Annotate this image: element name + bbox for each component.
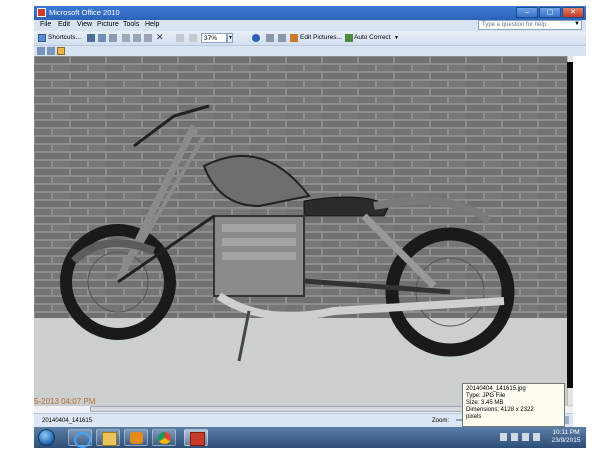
menu-tools[interactable]: Tools	[123, 21, 139, 28]
copy-icon[interactable]	[133, 34, 141, 42]
vertical-scrollbar-thumb[interactable]	[567, 62, 573, 388]
rotate-left-icon[interactable]	[266, 34, 274, 42]
title-bar: Microsoft Office 2010 – ▢ ✕	[34, 6, 586, 20]
tooltip-size: Size: 3.45 MB	[466, 400, 504, 406]
clock-date: 23/9/2015	[551, 437, 581, 444]
rotate-right-icon[interactable]	[278, 34, 286, 42]
delete-icon[interactable]: ✕	[156, 32, 164, 43]
show-hidden-icons-icon[interactable]	[500, 433, 507, 441]
flag-icon[interactable]	[511, 433, 518, 441]
tooltip-dimensions: Dimensions: 4128 x 2322	[466, 407, 534, 413]
menu-edit[interactable]: Edit	[58, 21, 70, 28]
media-player-icon[interactable]	[124, 429, 148, 446]
auto-correct-icon	[345, 34, 353, 42]
motorcycle-photo	[34, 56, 567, 405]
tooltip-type: Type: JPG File	[466, 393, 506, 399]
close-button[interactable]: ✕	[562, 7, 584, 18]
taskbar-clock[interactable]: 10:11 PM 23/9/2015	[548, 429, 584, 445]
help-icon[interactable]	[252, 34, 260, 42]
help-search-input[interactable]: Type a question for help	[478, 20, 582, 30]
filmstrip-view-icon[interactable]	[47, 47, 55, 55]
picture-manager-app-icon	[37, 8, 46, 17]
menu-picture[interactable]: Picture	[97, 21, 119, 28]
redo-icon[interactable]	[189, 34, 197, 42]
picture-view	[34, 56, 567, 405]
auto-correct-button[interactable]: Auto Correct	[354, 34, 391, 41]
file-info-tooltip: 20140404_141615.jpg Type: JPG File Size:…	[462, 383, 565, 427]
edit-pictures-button[interactable]: Edit Pictures...	[300, 34, 342, 41]
maximize-button[interactable]: ▢	[539, 7, 561, 18]
start-button[interactable]	[38, 429, 55, 446]
view-toolbar	[34, 46, 586, 56]
status-zoom-label: Zoom:	[432, 418, 450, 424]
shortcuts-button[interactable]: Shortcuts...	[48, 34, 81, 41]
office-picture-manager-icon[interactable]	[184, 429, 208, 446]
horizontal-scrollbar-thumb[interactable]	[90, 406, 510, 412]
network-icon[interactable]	[522, 433, 529, 441]
single-picture-view-icon[interactable]	[57, 47, 65, 55]
cut-icon[interactable]	[122, 34, 130, 42]
menu-file[interactable]: File	[40, 21, 51, 28]
window-title: Microsoft Office 2010	[49, 8, 120, 17]
chrome-icon[interactable]	[152, 429, 176, 446]
menu-help[interactable]: Help	[145, 21, 159, 28]
help-dropdown-icon[interactable]: ▼	[574, 21, 580, 27]
undo-icon[interactable]	[176, 34, 184, 42]
volume-icon[interactable]	[533, 433, 540, 441]
standard-toolbar: Shortcuts... ✕ Edit Pictures... Auto Cor…	[34, 31, 586, 46]
windows-taskbar: 10:11 PM 23/9/2015	[34, 427, 586, 448]
email-icon[interactable]	[109, 34, 117, 42]
internet-explorer-icon[interactable]	[68, 429, 92, 448]
paste-icon[interactable]	[144, 34, 152, 42]
toolbar-options-icon[interactable]: ▼	[394, 35, 399, 41]
minimize-button[interactable]: –	[516, 7, 538, 18]
file-explorer-icon[interactable]	[96, 429, 120, 446]
clock-time: 10:11 PM	[552, 429, 580, 436]
tooltip-dimensions-unit: pixels	[466, 414, 482, 420]
save-icon[interactable]	[87, 34, 95, 42]
edit-pictures-icon	[290, 34, 298, 42]
menu-view[interactable]: View	[77, 21, 92, 28]
print-icon[interactable]	[98, 34, 106, 42]
tooltip-filename: 20140404_141615.jpg	[466, 386, 526, 392]
shortcuts-icon	[38, 34, 46, 42]
zoom-percent-field[interactable]: 37%	[201, 33, 227, 43]
zoom-dropdown-icon[interactable]: ▼	[227, 33, 233, 43]
status-filename: 20140404_141615	[42, 418, 93, 424]
thumbnail-view-icon[interactable]	[37, 47, 45, 55]
